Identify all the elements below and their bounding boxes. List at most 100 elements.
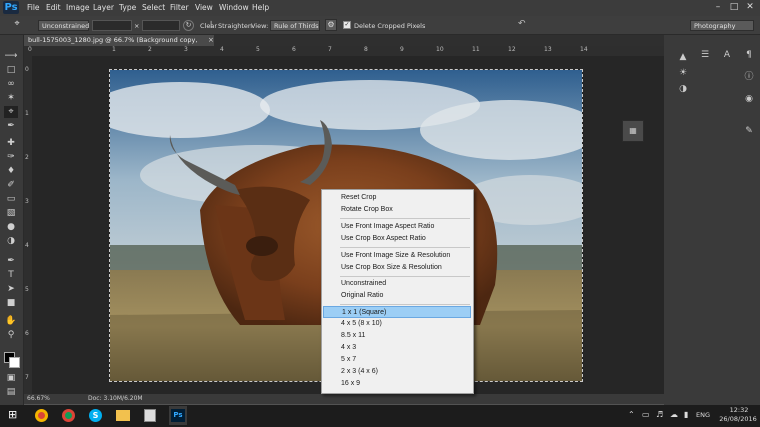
language-indicator[interactable]: ENG xyxy=(696,411,710,419)
minimize-icon[interactable]: – xyxy=(712,2,724,13)
layers-icon[interactable]: ☰ xyxy=(697,48,713,62)
eyedropper-tool-icon[interactable]: ✒ xyxy=(4,120,18,132)
menu-item-4x5[interactable]: 4 x 5 (8 x 10) xyxy=(323,318,471,330)
zoom-level[interactable]: 66.67% xyxy=(27,394,50,404)
close-icon[interactable]: ✕ xyxy=(744,2,756,13)
menu-item-16x9[interactable]: 16 x 9 xyxy=(323,378,471,390)
menu-item-original-ratio[interactable]: Original Ratio xyxy=(323,290,471,302)
crop-tool-preset-icon[interactable]: ⌖ xyxy=(10,19,24,31)
background-color-swatch[interactable] xyxy=(9,357,20,368)
delete-cropped-checkbox[interactable]: ✓ xyxy=(343,21,351,29)
maximize-icon[interactable]: □ xyxy=(728,2,740,13)
menu-item-front-image-size[interactable]: Use Front Image Size & Resolution xyxy=(323,250,471,262)
pen-tool-icon[interactable]: ✒ xyxy=(4,255,18,267)
straighten-button[interactable]: Straighten xyxy=(218,21,252,31)
healing-brush-tool-icon[interactable]: ✚ xyxy=(4,137,18,149)
ruler-mark: 5 xyxy=(256,46,260,53)
onedrive-icon[interactable]: ☁ xyxy=(670,410,678,419)
menu-file[interactable]: File xyxy=(27,2,40,13)
dodge-tool-icon[interactable]: ◑ xyxy=(4,235,18,247)
screen-mode-icon[interactable]: ▤ xyxy=(4,386,18,398)
properties-panel-icon[interactable]: ▦ xyxy=(622,120,644,142)
menu-item-8-5x11[interactable]: 8.5 x 11 xyxy=(323,330,471,342)
quick-mask-icon[interactable]: ▣ xyxy=(4,372,18,384)
path-selection-tool-icon[interactable]: ➤ xyxy=(4,283,18,295)
network-icon[interactable]: ▭ xyxy=(642,410,650,419)
chrome-icon[interactable] xyxy=(35,409,48,422)
history-brush-tool-icon[interactable]: ✐ xyxy=(4,179,18,191)
blur-tool-icon[interactable]: ● xyxy=(4,221,18,233)
document-tab[interactable]: bull-1575003_1280.jpg @ 66.7% (Backgroun… xyxy=(24,35,214,55)
menu-separator xyxy=(340,218,470,219)
gradient-tool-icon[interactable]: ▧ xyxy=(4,207,18,219)
ruler-mark: 10 xyxy=(436,46,444,53)
swap-icon[interactable]: ↻ xyxy=(183,20,194,31)
swap-label[interactable]: × xyxy=(134,21,139,31)
close-tab-icon[interactable]: × xyxy=(208,36,214,44)
histogram-icon[interactable]: ▲ xyxy=(675,50,691,64)
menu-item-1x1-square[interactable]: 1 x 1 (Square) xyxy=(323,306,471,318)
quick-select-tool-icon[interactable]: ✶ xyxy=(4,92,18,104)
battery-icon[interactable]: ▮ xyxy=(684,410,688,419)
brightness-icon[interactable]: ☀ xyxy=(675,66,691,80)
menu-filter[interactable]: Filter xyxy=(170,2,189,13)
channels-icon[interactable]: ◉ xyxy=(741,92,757,106)
brush-tool-icon[interactable]: ✑ xyxy=(4,151,18,163)
view-label: View: xyxy=(251,22,269,30)
workspace-dropdown[interactable]: Photography xyxy=(690,20,754,31)
chrome-icon[interactable] xyxy=(62,409,75,422)
menu-layer[interactable]: Layer xyxy=(93,2,114,13)
menu-image[interactable]: Image xyxy=(66,2,90,13)
character-icon[interactable]: A xyxy=(719,48,735,62)
move-tool-icon[interactable]: ⟶ xyxy=(4,50,18,62)
ruler-mark: 6 xyxy=(25,330,29,337)
document-app-icon[interactable] xyxy=(144,409,156,422)
menu-item-4x3[interactable]: 4 x 3 xyxy=(323,342,471,354)
menu-window[interactable]: Window xyxy=(219,2,249,13)
ruler-mark: 5 xyxy=(25,286,29,293)
document-size[interactable]: Doc: 3.10M/6.20M xyxy=(88,394,143,404)
clone-stamp-tool-icon[interactable]: ♦ xyxy=(4,165,18,177)
crop-tool-icon[interactable]: ⌖ xyxy=(4,106,18,118)
menu-item-front-image-ratio[interactable]: Use Front Image Aspect Ratio xyxy=(323,221,471,233)
gear-icon[interactable]: ⚙ xyxy=(325,19,337,31)
menu-item-unconstrained[interactable]: Unconstrained xyxy=(323,278,471,290)
volume-icon[interactable]: ♬ xyxy=(656,410,663,419)
menu-type[interactable]: Type xyxy=(119,2,136,13)
menu-item-crop-box-ratio[interactable]: Use Crop Box Aspect Ratio xyxy=(323,233,471,245)
tray-chevron-icon[interactable]: ⌃ xyxy=(628,410,635,419)
windows-start-icon[interactable]: ⊞ xyxy=(8,409,20,421)
marquee-tool-icon[interactable]: □ xyxy=(4,64,18,76)
ruler-mark: 1 xyxy=(25,110,29,117)
clock-time[interactable]: 12:32 xyxy=(722,406,756,414)
menu-item-crop-box-size[interactable]: Use Crop Box Size & Resolution xyxy=(323,262,471,274)
straighten-icon[interactable]: ⌊ xyxy=(210,20,218,30)
menu-item-reset-crop[interactable]: Reset Crop xyxy=(323,192,471,204)
menu-item-rotate-crop-box[interactable]: Rotate Crop Box xyxy=(323,204,471,216)
lasso-tool-icon[interactable]: ∞ xyxy=(4,78,18,90)
info-icon[interactable]: ⓘ xyxy=(741,70,757,84)
menu-item-5x7[interactable]: 5 x 7 xyxy=(323,354,471,366)
paths-icon[interactable]: ✎ xyxy=(741,124,757,138)
reset-icon[interactable]: ↶ xyxy=(518,19,530,31)
menu-select[interactable]: Select xyxy=(142,2,165,13)
type-tool-icon[interactable]: T xyxy=(4,269,18,281)
adjustments-icon[interactable]: ◑ xyxy=(675,82,691,96)
ratio-dropdown[interactable]: Unconstrained xyxy=(38,20,89,31)
overlay-view-dropdown[interactable]: Rule of Thirds xyxy=(270,20,320,31)
menu-help[interactable]: Help xyxy=(252,2,269,13)
menu-edit[interactable]: Edit xyxy=(46,2,61,13)
zoom-tool-icon[interactable]: ⚲ xyxy=(4,329,18,341)
menu-item-2x3[interactable]: 2 x 3 (4 x 6) xyxy=(323,366,471,378)
skype-icon[interactable]: S xyxy=(89,409,102,422)
hand-tool-icon[interactable]: ✋ xyxy=(4,315,18,327)
photoshop-taskbar-icon[interactable]: Ps xyxy=(171,409,185,422)
menu-view[interactable]: View xyxy=(195,2,213,13)
height-field[interactable] xyxy=(142,20,180,31)
width-field[interactable] xyxy=(92,20,132,31)
paragraph-icon[interactable]: ¶ xyxy=(741,48,757,62)
file-explorer-icon[interactable] xyxy=(116,410,130,421)
clock-date[interactable]: 26/08/2016 xyxy=(718,415,758,423)
rectangle-tool-icon[interactable]: ■ xyxy=(4,297,18,309)
eraser-tool-icon[interactable]: ▭ xyxy=(4,193,18,205)
